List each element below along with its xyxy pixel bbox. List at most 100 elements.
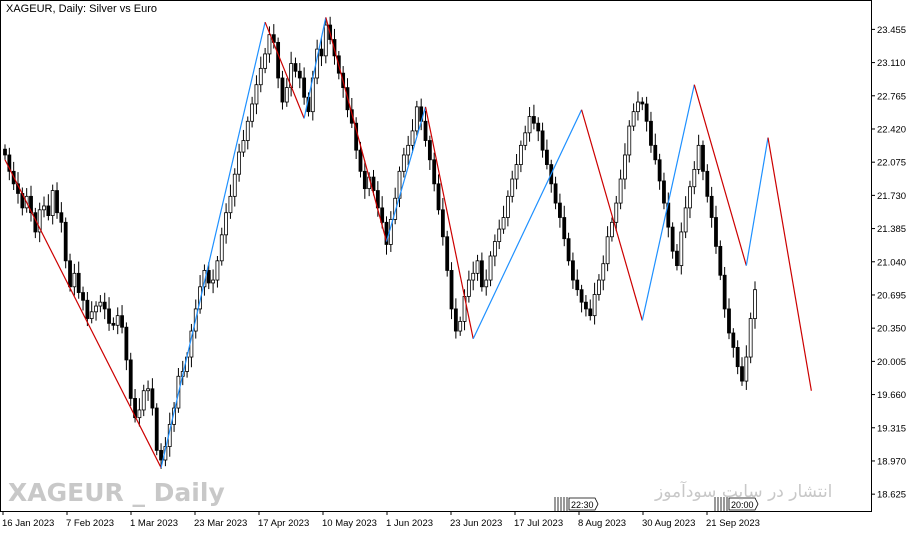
candle-body [610, 221, 614, 238]
candle-body [523, 132, 528, 146]
candle-body [475, 260, 480, 274]
watermark-symbol-timeframe: XAGEUR _ Daily [8, 478, 225, 507]
candle-body [85, 299, 90, 319]
time-tag-label: 22:30 [571, 500, 594, 510]
candle-body [510, 178, 515, 197]
candle-body [267, 34, 272, 55]
time-tag: 22:30 [554, 497, 599, 511]
candle-body [449, 270, 454, 310]
candle-body [107, 308, 111, 324]
zigzag-segment-down [4, 159, 162, 468]
x-axis: 16 Jan 2023 7 Feb 2023 1 Mar 2023 23 Mar 20… [2, 511, 760, 529]
candle-body [81, 292, 85, 301]
candle-body [258, 67, 263, 86]
y-tick-label: 20.005 [877, 357, 906, 368]
candle-body [631, 111, 636, 127]
price-chart[interactable]: 23.455 23.110 22.765 22.420 22.075 21.730 21.3… [0, 0, 920, 534]
candle-body [436, 183, 441, 211]
candle-body [94, 305, 98, 313]
candle-body [753, 289, 757, 319]
candle-body [653, 144, 658, 161]
candle-body [718, 245, 723, 276]
candle-body [735, 347, 740, 368]
x-tick-label: 30 Aug 2023 [642, 518, 695, 529]
candle-body [701, 144, 705, 172]
candle-body [111, 322, 116, 326]
candle-body [644, 103, 649, 122]
candle-body [224, 212, 228, 236]
candle-body [688, 186, 692, 209]
candle-body [358, 149, 363, 172]
candle-body [675, 250, 679, 267]
candles-layer [3, 16, 757, 469]
candle-body [744, 356, 749, 382]
candle-body [527, 116, 532, 134]
y-axis: 23.455 23.110 22.765 22.420 22.075 21.730 21.3… [871, 25, 906, 501]
x-tick-label: 23 Mar 2023 [194, 518, 247, 529]
y-tick-label: 23.110 [877, 58, 905, 69]
x-tick-label: 23 Jun 2023 [450, 518, 502, 529]
zigzag-segment-down [693, 84, 747, 266]
candle-body [727, 308, 731, 334]
candle-body [584, 301, 588, 310]
candle-body [679, 231, 684, 267]
zigzag-segment-up [160, 22, 266, 468]
candle-body [696, 144, 701, 170]
candle-body [323, 24, 328, 57]
candle-body [319, 48, 324, 57]
candle-body [427, 140, 432, 161]
y-tick-label: 19.660 [877, 390, 906, 401]
x-tick-label: 7 Feb 2023 [66, 518, 114, 529]
candle-body [670, 226, 675, 252]
candle-body [488, 255, 493, 281]
candle-body [588, 308, 593, 317]
zigzag-segment-up [745, 137, 769, 266]
candle-body [215, 260, 220, 281]
candle-body [458, 321, 463, 332]
y-tick-label: 18.970 [877, 456, 906, 467]
x-tick-label: 8 Aug 2023 [578, 518, 626, 529]
candle-body [50, 190, 55, 216]
candle-body [505, 195, 510, 218]
candle-body [124, 326, 129, 361]
y-tick-label: 20.695 [877, 290, 906, 301]
candle-body [479, 260, 484, 288]
candle-body [423, 120, 428, 141]
candle-body [293, 63, 298, 72]
candle-body [445, 236, 450, 271]
candle-body [683, 207, 688, 233]
candle-body [514, 164, 519, 180]
candle-body [146, 388, 150, 392]
zigzag-segment-up [385, 106, 427, 242]
candle-body [731, 332, 736, 348]
candle-body [128, 359, 133, 399]
x-tick-label: 1 Mar 2023 [130, 518, 178, 529]
zigzag-segment-down [424, 106, 474, 339]
candle-body [3, 148, 7, 156]
candle-body [63, 221, 68, 262]
candle-body [206, 270, 211, 284]
candle-body [241, 140, 246, 153]
candle-body [614, 202, 619, 223]
candle-body [501, 217, 506, 230]
candle-body [263, 53, 268, 69]
candle-body [623, 154, 627, 180]
candle-body [571, 260, 575, 281]
candle-body [597, 279, 601, 295]
candle-body [414, 106, 419, 132]
y-tick-label: 21.040 [877, 257, 906, 268]
x-tick-label: 17 Jul 2023 [514, 518, 563, 529]
y-tick-label: 18.625 [877, 490, 906, 501]
y-tick-label: 21.730 [877, 191, 906, 202]
candle-body [406, 144, 411, 156]
candle-body [562, 217, 567, 240]
candle-body [159, 449, 163, 461]
candle-body [627, 125, 632, 156]
candle-body [150, 388, 155, 409]
candle-body [362, 170, 367, 190]
candle-body [55, 190, 59, 214]
candle-body [245, 120, 250, 141]
candle-body [89, 311, 94, 319]
x-tick-label: 17 Apr 2023 [258, 518, 309, 529]
candle-body [636, 101, 640, 113]
